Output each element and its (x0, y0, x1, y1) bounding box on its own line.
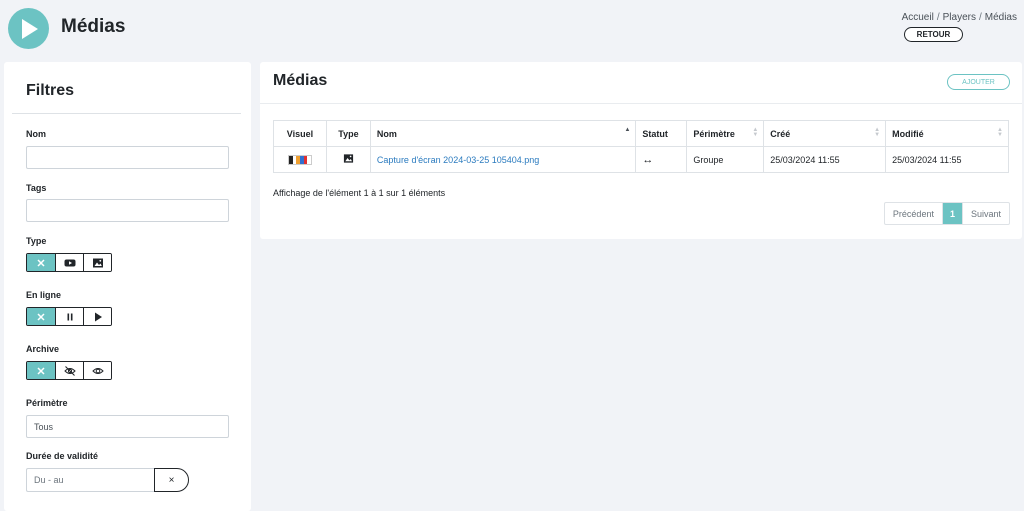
filters-title: Filtres (26, 82, 75, 99)
media-perimeter-cell: Groupe (686, 146, 765, 173)
table-info: Affichage de l'élément 1 à 1 sur 1 éléme… (273, 188, 446, 198)
pagination-page-1[interactable]: 1 (941, 203, 962, 224)
close-icon (37, 258, 45, 267)
media-modified-cell: 25/03/2024 11:55 (885, 146, 1009, 173)
eye-icon (91, 367, 104, 374)
media-created-cell: 25/03/2024 11:55 (763, 146, 887, 173)
media-status-cell: ↔ (635, 146, 688, 173)
archive-label: Archive (26, 344, 60, 354)
column-header-modified[interactable]: Modifié ▲ ▼ (885, 120, 1009, 147)
filters-panel: Filtres Nom Tags Type En ligne Archive P… (4, 62, 251, 511)
status-arrows-icon: ↔ (642, 153, 654, 166)
column-header-modified-label: Modifié (892, 128, 924, 139)
type-label: Type (26, 236, 47, 246)
archive-visible-button[interactable] (83, 362, 111, 379)
column-header-status: Statut (635, 120, 688, 147)
media-name-link[interactable]: Capture d'écran 2024-03-25 105404.png (377, 155, 539, 165)
pause-icon (67, 313, 72, 320)
image-icon (343, 154, 354, 163)
sort-icon: ▲ ▼ (752, 127, 759, 138)
perimeter-select[interactable]: Tous (26, 415, 229, 438)
column-header-type: Type (325, 120, 371, 147)
pagination: Précédent 1 Suivant (883, 202, 1010, 225)
column-header-perimeter[interactable]: Périmètre ▲ ▼ (686, 120, 765, 147)
column-header-created-label: Créé (770, 128, 791, 139)
sort-asc-icon: ▲ (624, 127, 631, 133)
type-all-button[interactable] (27, 254, 55, 271)
sort-icon: ▲ ▼ (997, 127, 1003, 138)
breadcrumb-players[interactable]: Players (943, 12, 976, 23)
page-title: Médias (61, 16, 126, 37)
type-toggle-group (26, 253, 112, 272)
media-table: Visuel Type Nom ▲ Statut Périmètre ▲ ▼ Créé… (273, 120, 1009, 173)
table-row: Capture d'écran 2024-03-25 105404.png ↔ … (273, 146, 1009, 173)
eye-slash-icon (63, 365, 76, 376)
table-header-row: Visuel Type Nom ▲ Statut Périmètre ▲ ▼ Créé… (273, 120, 1009, 147)
pagination-previous[interactable]: Précédent (885, 203, 942, 224)
play-icon (21, 18, 38, 39)
tags-label: Tags (26, 183, 47, 193)
type-image-button[interactable] (83, 254, 111, 271)
thumbnail-image (287, 154, 312, 165)
archive-hidden-button[interactable] (55, 362, 83, 379)
media-panel: Médias AJOUTER Visuel Type Nom ▲ Statut P… (260, 62, 1022, 239)
play-icon (94, 312, 102, 321)
validity-range: Du - au × (26, 468, 189, 492)
breadcrumb-home[interactable]: Accueil (902, 12, 934, 23)
validity-input[interactable]: Du - au (26, 468, 154, 492)
column-header-name-label: Nom (376, 128, 397, 139)
name-input[interactable] (26, 146, 229, 169)
validity-clear-button[interactable]: × (154, 468, 189, 492)
archive-toggle-group (26, 361, 112, 380)
online-all-button[interactable] (27, 308, 55, 325)
archive-all-button[interactable] (27, 362, 55, 379)
video-icon (64, 259, 75, 266)
media-title: Médias (273, 72, 328, 89)
close-icon (37, 312, 45, 321)
column-header-visual: Visuel (273, 120, 327, 147)
perimeter-label: Périmètre (26, 398, 68, 408)
type-video-button[interactable] (55, 254, 83, 271)
online-toggle-group (26, 307, 112, 326)
close-icon (37, 366, 45, 375)
column-header-perimeter-label: Périmètre (693, 128, 735, 139)
sort-icon: ▲ ▼ (874, 127, 881, 138)
name-label: Nom (26, 129, 46, 139)
breadcrumb-current: Médias (984, 12, 1017, 23)
pagination-next[interactable]: Suivant (961, 203, 1009, 224)
media-thumbnail[interactable] (273, 146, 327, 173)
online-playing-button[interactable] (83, 308, 111, 325)
image-icon (92, 258, 103, 267)
online-label: En ligne (26, 290, 62, 300)
validity-label: Durée de validité (26, 451, 99, 461)
column-header-name[interactable]: Nom ▲ (369, 120, 637, 147)
media-name-cell: Capture d'écran 2024-03-25 105404.png (369, 146, 637, 173)
online-paused-button[interactable] (55, 308, 83, 325)
media-divider (260, 103, 1022, 104)
filters-divider (12, 113, 241, 114)
media-type-cell (325, 146, 371, 173)
app-logo (8, 8, 49, 49)
column-header-created[interactable]: Créé ▲ ▼ (763, 120, 887, 147)
add-button[interactable]: AJOUTER (947, 74, 1010, 90)
back-button[interactable]: RETOUR (904, 27, 963, 42)
tags-input[interactable] (26, 199, 229, 222)
breadcrumb: Accueil / Players / Médias (901, 12, 1017, 23)
